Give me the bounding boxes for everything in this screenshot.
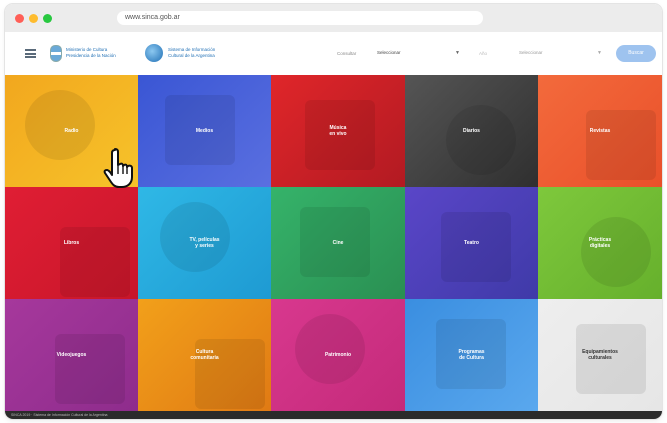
category-tile[interactable]: Diarios bbox=[405, 75, 538, 187]
tile-photo-overlay bbox=[60, 227, 130, 297]
site-header: Ministerio de Cultura Presidencia de la … bbox=[5, 32, 662, 76]
minimize-window-icon[interactable] bbox=[29, 14, 38, 23]
category-tile[interactable]: Prácticas digitales bbox=[538, 187, 662, 299]
tile-photo-overlay bbox=[55, 334, 125, 404]
tile-photo-overlay bbox=[25, 90, 95, 160]
category-tile-label: Revistas bbox=[589, 128, 611, 134]
year-select[interactable]: Seleccionar bbox=[517, 48, 605, 58]
category-tile-label: Música en vivo bbox=[329, 125, 347, 137]
category-tile[interactable]: Música en vivo bbox=[271, 75, 405, 187]
category-tile-label: TV, películas y series bbox=[189, 237, 220, 249]
category-tile-label: Radio bbox=[64, 128, 79, 134]
tile-photo-overlay bbox=[295, 314, 365, 384]
category-tile[interactable]: Programas de Cultura bbox=[405, 299, 538, 411]
hand-pointer-icon bbox=[103, 148, 133, 188]
category-tile-label: Cultura comunitaria bbox=[190, 349, 219, 361]
category-tile-label: Medios bbox=[195, 128, 214, 134]
year-label: Año bbox=[479, 51, 488, 56]
category-tile[interactable]: TV, películas y series bbox=[138, 187, 271, 299]
maximize-window-icon[interactable] bbox=[43, 14, 52, 23]
category-tile[interactable]: Libros bbox=[5, 187, 138, 299]
category-tile[interactable]: Revistas bbox=[538, 75, 662, 187]
category-tile[interactable]: Medios bbox=[138, 75, 271, 187]
consult-label: Consultar bbox=[337, 51, 357, 56]
tile-photo-overlay bbox=[586, 110, 656, 180]
browser-titlebar: www.sinca.gob.ar bbox=[5, 4, 662, 32]
site-footer: SINCA 2019 · Sistema de Información Cult… bbox=[5, 411, 662, 419]
hamburger-icon[interactable] bbox=[25, 49, 36, 58]
consult-select[interactable]: Seleccionar bbox=[375, 48, 467, 58]
category-tile-label: Diarios bbox=[463, 128, 480, 134]
category-tile[interactable]: Equipamientos culturales bbox=[538, 299, 662, 411]
agency-label: Sistema de Información Cultural de la Ar… bbox=[168, 47, 216, 58]
search-button[interactable]: Buscar bbox=[616, 45, 656, 62]
category-tile[interactable]: Videojuegos bbox=[5, 299, 138, 411]
category-tile-label: Patrimonio bbox=[324, 352, 352, 358]
category-tile[interactable]: Cultura comunitaria bbox=[138, 299, 271, 411]
browser-window: www.sinca.gob.ar Ministerio de Cultura P… bbox=[5, 4, 662, 419]
category-tile-label: Teatro bbox=[464, 240, 479, 246]
category-tile-label: Videojuegos bbox=[56, 352, 87, 358]
chevron-down-icon: ▼ bbox=[597, 50, 602, 56]
address-bar[interactable]: www.sinca.gob.ar bbox=[117, 11, 483, 25]
category-tile[interactable]: Cine bbox=[271, 187, 405, 299]
sinca-logo-icon[interactable] bbox=[145, 44, 163, 62]
category-tile[interactable]: Patrimonio bbox=[271, 299, 405, 411]
close-window-icon[interactable] bbox=[15, 14, 24, 23]
category-tile-label: Cine bbox=[332, 240, 344, 246]
category-tile-label: Equipamientos culturales bbox=[582, 349, 618, 361]
tile-photo-overlay bbox=[581, 217, 651, 287]
chevron-down-icon: ▼ bbox=[455, 50, 460, 56]
tile-photo-overlay bbox=[446, 105, 516, 175]
coat-of-arms-icon bbox=[50, 45, 62, 62]
category-tile[interactable]: Teatro bbox=[405, 187, 538, 299]
category-grid: Radio Medios Música en vivo Diarios Revistas… bbox=[5, 75, 662, 411]
category-tile-label: Prácticas digitales bbox=[588, 237, 612, 249]
category-tile-label: Programas de Cultura bbox=[458, 349, 485, 361]
ministry-label: Ministerio de Cultura Presidencia de la … bbox=[66, 47, 116, 58]
tile-photo-overlay bbox=[441, 212, 511, 282]
category-tile-label: Libros bbox=[63, 240, 80, 246]
